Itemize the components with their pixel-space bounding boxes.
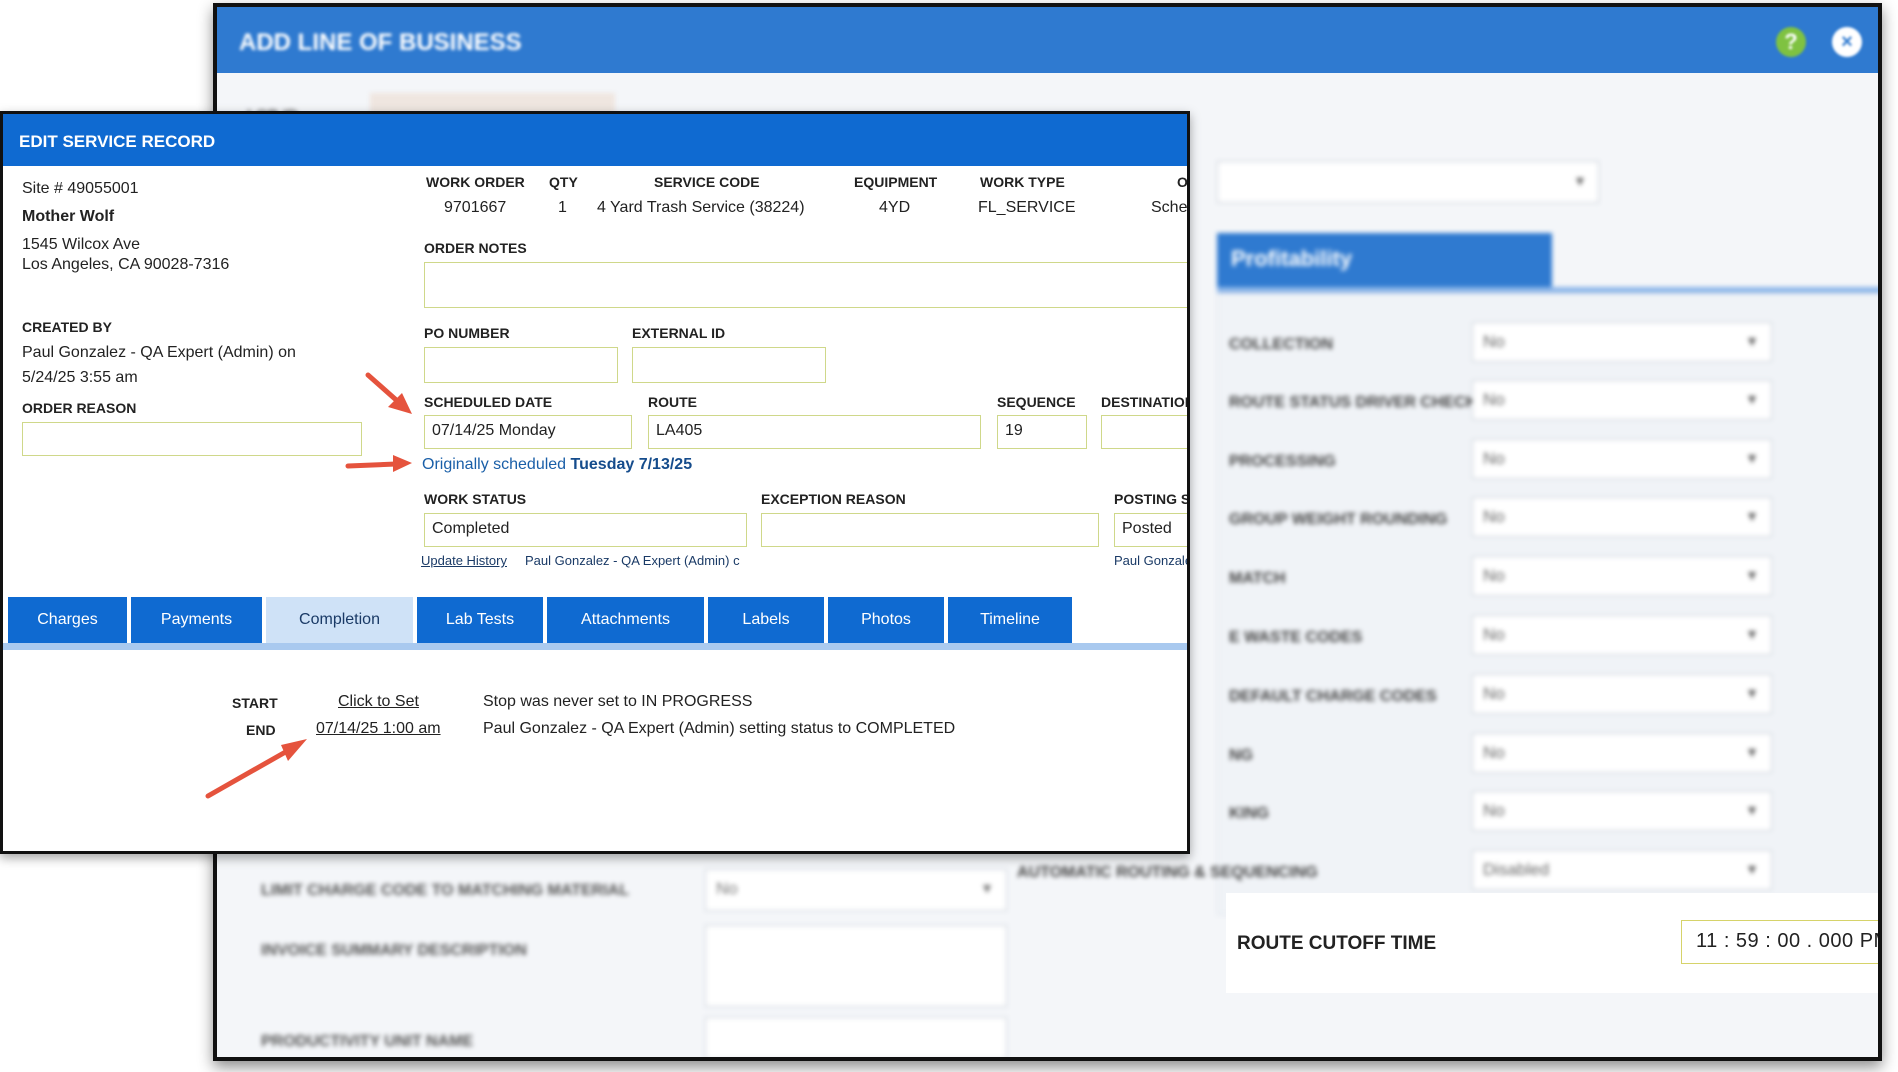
arrow-to-originally-scheduled <box>345 455 412 472</box>
arrow-to-scheduled-date <box>365 372 412 414</box>
arrow-to-end-date <box>205 739 307 799</box>
annotation-arrows <box>205 372 412 799</box>
